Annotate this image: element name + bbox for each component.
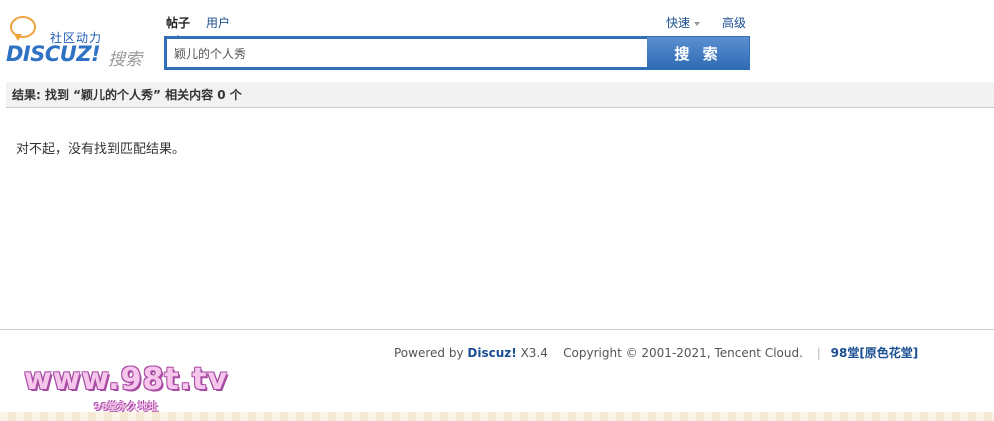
tab-posts[interactable]: 帖子 — [166, 14, 190, 39]
search-input[interactable] — [165, 37, 647, 69]
footer: Powered by Discuz! X3.4 Copyright © 2001… — [394, 344, 918, 361]
copyright-text: Copyright © 2001-2021, Tencent Cloud. — [563, 346, 803, 360]
tab-users[interactable]: 用户 — [206, 14, 230, 37]
advanced-search-link[interactable]: 高级 — [722, 14, 746, 31]
results-summary: 结果: 找到 “颖儿的个人秀” 相关内容 0 个 — [6, 82, 994, 108]
logo-brand: DISCUZ! — [6, 42, 101, 66]
bottom-decor-strip — [0, 412, 994, 421]
no-results-message: 对不起，没有找到匹配结果。 — [16, 142, 186, 157]
chevron-down-icon — [694, 21, 701, 26]
search-type-tabs: 帖子 用户 — [166, 14, 230, 39]
footer-separator: | — [816, 346, 821, 360]
watermark-domain: www.98t.tv — [24, 362, 229, 397]
logo-search-word: 搜索 — [108, 50, 142, 70]
header-links: 快速 高级 — [666, 14, 746, 31]
speech-bubble-tail — [14, 34, 22, 41]
quick-search-link[interactable]: 快速 — [666, 14, 701, 31]
powered-by-prefix: Powered by — [394, 346, 464, 360]
search-button[interactable]: 搜 索 — [647, 37, 749, 69]
discuz-logo[interactable]: 社区动力 DISCUZ! 搜索 — [6, 14, 156, 70]
site-watermark: www.98t.tv 98堂永久地址 — [24, 362, 244, 414]
powered-by-brand: Discuz! — [467, 346, 517, 360]
quick-search-label: 快速 — [666, 16, 691, 30]
version-label: X3.4 — [520, 346, 548, 360]
site-home-link[interactable]: 98堂[原色花堂] — [831, 346, 919, 360]
watermark-caption: 98堂永久地址 — [94, 402, 158, 413]
footer-divider — [0, 329, 994, 330]
search-bar: 搜 索 — [164, 36, 750, 70]
